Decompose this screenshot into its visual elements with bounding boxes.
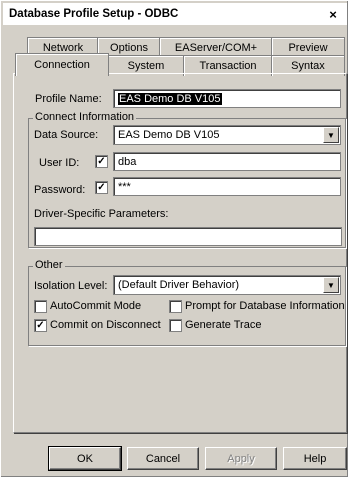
prompt-db-info-checkbox[interactable]: [169, 300, 182, 313]
tab-label: Transaction: [199, 60, 257, 72]
window-title: Database Profile Setup - ODBC: [9, 8, 179, 20]
user-id-label: User ID:: [39, 157, 80, 169]
prompt-db-info-label: Prompt for Database Information: [185, 300, 345, 312]
profile-name-field[interactable]: EAS Demo DB V105: [113, 89, 341, 108]
profile-name-value: EAS Demo DB V105: [118, 92, 222, 105]
driver-params-field[interactable]: [34, 227, 342, 246]
data-source-select[interactable]: EAS Demo DB V105 ▼: [113, 125, 341, 145]
tab-label: System: [127, 60, 165, 72]
autocommit-checkbox[interactable]: [34, 300, 47, 313]
commit-disconnect-label: Commit on Disconnect: [50, 319, 161, 331]
help-button[interactable]: Help: [283, 447, 347, 470]
commit-disconnect-checkbox[interactable]: ✓: [34, 319, 47, 332]
isolation-level-select[interactable]: (Default Driver Behavior) ▼: [113, 275, 341, 295]
chevron-down-icon[interactable]: ▼: [323, 277, 339, 293]
tab-label: Options: [110, 42, 148, 54]
chevron-down-icon[interactable]: ▼: [323, 127, 339, 143]
apply-label: Apply: [227, 452, 255, 465]
driver-params-label: Driver-Specific Parameters:: [34, 208, 169, 220]
autocommit-label: AutoCommit Mode: [50, 300, 142, 312]
apply-button[interactable]: Apply: [205, 447, 277, 470]
tab-label: Connection: [34, 59, 90, 71]
ok-button[interactable]: OK: [48, 446, 122, 471]
isolation-level-label: Isolation Level:: [34, 280, 108, 292]
cancel-label: Cancel: [145, 452, 181, 465]
password-checkbox[interactable]: ✓: [95, 181, 108, 194]
cancel-button[interactable]: Cancel: [127, 447, 199, 470]
user-id-field[interactable]: dba: [113, 152, 341, 171]
connect-info-title: Connect Information: [33, 111, 137, 123]
profile-name-label: Profile Name:: [35, 93, 102, 105]
title-bar[interactable]: Database Profile Setup - ODBC ×: [3, 3, 347, 25]
data-source-label: Data Source:: [34, 129, 99, 141]
user-id-value: dba: [118, 155, 137, 168]
user-id-checkbox[interactable]: ✓: [95, 155, 108, 168]
data-source-value: EAS Demo DB V105: [118, 129, 220, 141]
close-icon[interactable]: ×: [325, 6, 341, 22]
tab-label: Preview: [288, 42, 328, 54]
ok-label: OK: [77, 452, 93, 465]
generate-trace-label: Generate Trace: [185, 319, 262, 331]
tab-label: Syntax: [291, 60, 325, 72]
password-field[interactable]: ***: [113, 177, 341, 196]
tab-connection[interactable]: Connection: [15, 53, 109, 76]
help-label: Help: [303, 452, 327, 465]
password-value: ***: [118, 180, 131, 193]
isolation-level-value: (Default Driver Behavior): [118, 279, 240, 291]
generate-trace-checkbox[interactable]: [169, 319, 182, 332]
other-title: Other: [33, 259, 65, 271]
dialog-window: Database Profile Setup - ODBC × Network …: [0, 0, 348, 477]
password-label: Password:: [34, 184, 86, 196]
tab-label: EAServer/COM+: [174, 42, 258, 54]
